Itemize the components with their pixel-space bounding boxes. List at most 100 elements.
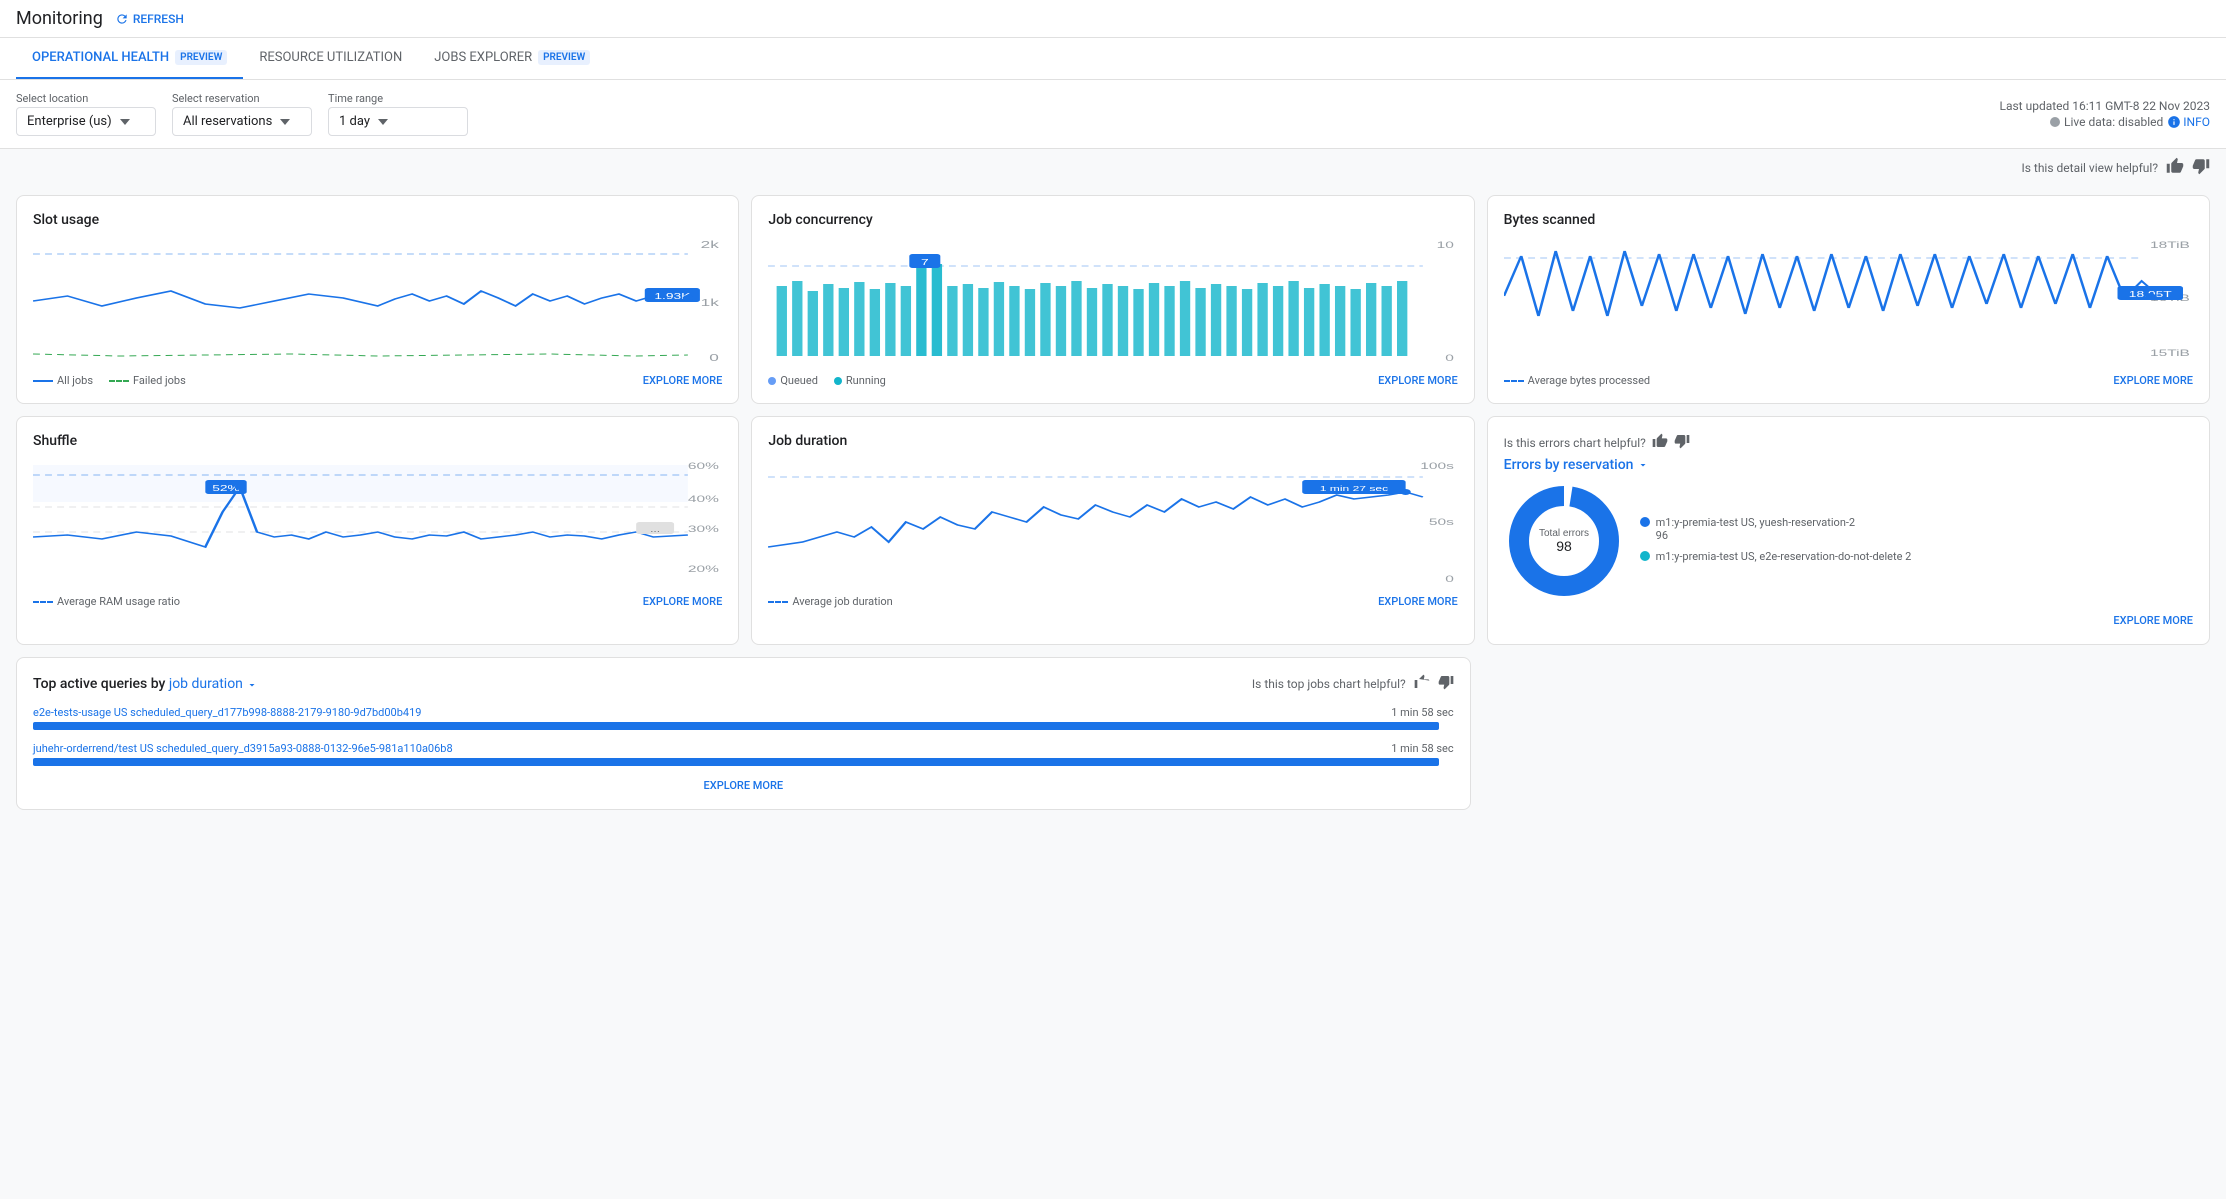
slot-usage-card: Slot usage 2k 1k 0 1.93K (16, 195, 739, 404)
job-concurrency-card: Job concurrency 10 0 (751, 195, 1474, 404)
refresh-icon (115, 12, 129, 26)
donut-svg: Total errors 98 (1504, 481, 1624, 601)
time-range-select-group: Time range 1 day (328, 92, 468, 136)
slot-usage-explore-more[interactable]: EXPLORE MORE (643, 374, 723, 387)
errors-title: Errors by reservation (1504, 457, 1649, 473)
location-select[interactable]: Enterprise (us) (16, 107, 156, 136)
chart-row-1: Slot usage 2k 1k 0 1.93K (16, 195, 2210, 404)
job-duration-footer: Average job duration EXPLORE MORE (768, 595, 1457, 608)
job-concurrency-explore-more[interactable]: EXPLORE MORE (1378, 374, 1458, 387)
errors-explore-more[interactable]: EXPLORE MORE (2113, 614, 2193, 627)
legend-queued: Queued (768, 374, 818, 387)
dashboard: Slot usage 2k 1k 0 1.93K (0, 187, 2226, 818)
bytes-scanned-legend: Average bytes processed (1504, 374, 1650, 387)
reservation-label: Select reservation (172, 92, 312, 105)
job-concurrency-svg: 10 0 (768, 236, 1457, 366)
bottom-row: Top active queries by job duration Is th… (16, 657, 2210, 810)
errors-thumbs-up-button[interactable] (1652, 433, 1668, 453)
errors-helpful-label: Is this errors chart helpful? (1504, 436, 1646, 450)
tab-jobs-explorer[interactable]: JOBS EXPLORER PREVIEW (418, 38, 606, 79)
shuffle-explore-more[interactable]: EXPLORE MORE (643, 595, 723, 608)
svg-text:10: 10 (1437, 240, 1454, 250)
live-data-text: Live data: disabled (2064, 115, 2163, 129)
svg-text:30%: 30% (688, 524, 719, 534)
job-concurrency-legend: Queued Running (768, 374, 886, 387)
job-duration-svg: 100s 50s 0 1 min 27 sec (768, 457, 1457, 587)
bytes-scanned-explore-more[interactable]: EXPLORE MORE (2113, 374, 2193, 387)
svg-text:98: 98 (1556, 538, 1572, 554)
shuffle-legend: Average RAM usage ratio (33, 595, 180, 608)
errors-legend-item-2: m1:y-premia-test US, e2e-reservation-do-… (1640, 550, 1912, 563)
legend-label-running: Running (846, 374, 886, 387)
tab-label: RESOURCE UTILIZATION (259, 50, 402, 65)
tab-label: JOBS EXPLORER (434, 50, 532, 65)
top-jobs-dropdown-icon[interactable] (246, 679, 258, 691)
svg-text:0: 0 (709, 352, 719, 363)
legend-line-avg-bytes (1504, 380, 1524, 382)
top-jobs-thumbs-up[interactable] (1414, 674, 1430, 694)
job-duration-title: Job duration (768, 433, 1457, 449)
job-duration-explore-more[interactable]: EXPLORE MORE (1378, 595, 1458, 608)
job-row-1: e2e-tests-usage US scheduled_query_d177b… (33, 706, 1454, 730)
reservation-select[interactable]: All reservations (172, 107, 312, 136)
legend-label-queued: Queued (780, 374, 818, 387)
thumbs-down-button[interactable] (2192, 157, 2210, 179)
top-jobs-header: Top active queries by job duration Is th… (33, 674, 1454, 694)
top-jobs-footer: EXPLORE MORE (33, 778, 1454, 793)
errors-legend-item-1: m1:y-premia-test US, yuesh-reservation-2… (1640, 516, 1912, 542)
top-jobs-sort-link[interactable]: job duration (169, 676, 243, 692)
legend-label-avg-bytes: Average bytes processed (1528, 374, 1650, 387)
helpful-label: Is this detail view helpful? (2021, 161, 2158, 175)
legend-avg-ram: Average RAM usage ratio (33, 595, 180, 608)
legend-dot-running (834, 377, 842, 385)
errors-thumbs-down-button[interactable] (1674, 433, 1690, 453)
job-concurrency-chart: 10 0 (768, 236, 1457, 366)
bytes-scanned-chart: 18TiB 16TiB 15TiB 18.95T UTC-8 Nov 22 6:… (1504, 236, 2193, 366)
tab-resource-utilization[interactable]: RESOURCE UTILIZATION (243, 38, 418, 79)
errors-dot-1 (1640, 517, 1650, 527)
job-concurrency-title: Job concurrency (768, 212, 1457, 228)
errors-title-row: Errors by reservation (1504, 457, 2193, 473)
legend-label-avg-ram: Average RAM usage ratio (57, 595, 180, 608)
errors-legend: m1:y-premia-test US, yuesh-reservation-2… (1640, 516, 1912, 571)
location-select-group: Select location Enterprise (us) (16, 92, 156, 136)
svg-text:...: ... (650, 526, 660, 534)
tab-operational-health[interactable]: OPERATIONAL HEALTH PREVIEW (16, 38, 243, 79)
location-label: Select location (16, 92, 156, 105)
job-link-1[interactable]: e2e-tests-usage US scheduled_query_d177b… (33, 706, 421, 719)
time-range-select[interactable]: 1 day (328, 107, 468, 136)
preview-badge-jobs: PREVIEW (538, 50, 590, 65)
chevron-down-icon (378, 119, 388, 125)
top-jobs-thumbs-down[interactable] (1438, 674, 1454, 694)
shuffle-footer: Average RAM usage ratio EXPLORE MORE (33, 595, 722, 608)
job-bar-2 (33, 758, 1439, 766)
refresh-button[interactable]: REFRESH (115, 12, 184, 26)
location-value: Enterprise (us) (27, 114, 112, 129)
time-range-value: 1 day (339, 114, 370, 129)
chart-row-2: Shuffle 60% 40% 30% 20% (16, 416, 2210, 645)
legend-label-all-jobs: All jobs (57, 374, 93, 387)
errors-dot-2 (1640, 551, 1650, 561)
info-button[interactable]: INFO (2167, 115, 2210, 129)
errors-legend-label-1: m1:y-premia-test US, yuesh-reservation-2… (1656, 516, 1855, 542)
svg-text:100s: 100s (1421, 461, 1455, 471)
errors-reservation-link[interactable]: reservation (1563, 457, 1633, 473)
errors-legend-label-2: m1:y-premia-test US, e2e-reservation-do-… (1656, 550, 1912, 563)
legend-line-all-jobs (33, 380, 53, 382)
job-link-2[interactable]: juhehr-orderrend/test US scheduled_query… (33, 742, 453, 755)
svg-text:40%: 40% (688, 494, 719, 504)
errors-dropdown-icon[interactable] (1637, 459, 1649, 471)
top-jobs-explore-more[interactable]: EXPLORE MORE (704, 779, 784, 792)
bytes-scanned-svg: 18TiB 16TiB 15TiB 18.95T (1504, 236, 2193, 366)
slot-usage-svg: 2k 1k 0 1.93K (33, 236, 722, 366)
job-concurrency-footer: Queued Running EXPLORE MORE (768, 374, 1457, 387)
legend-line-failed-jobs (109, 380, 129, 382)
thumbs-up-button[interactable] (2166, 157, 2184, 179)
shuffle-card: Shuffle 60% 40% 30% 20% (16, 416, 739, 645)
svg-text:0: 0 (1446, 574, 1455, 584)
svg-text:60%: 60% (688, 461, 719, 471)
preview-badge: PREVIEW (175, 50, 227, 65)
svg-text:2k: 2k (701, 239, 720, 250)
last-updated-section: Last updated 16:11 GMT-8 22 Nov 2023 Liv… (2000, 99, 2211, 129)
helpful-section: Is this detail view helpful? (0, 149, 2226, 187)
